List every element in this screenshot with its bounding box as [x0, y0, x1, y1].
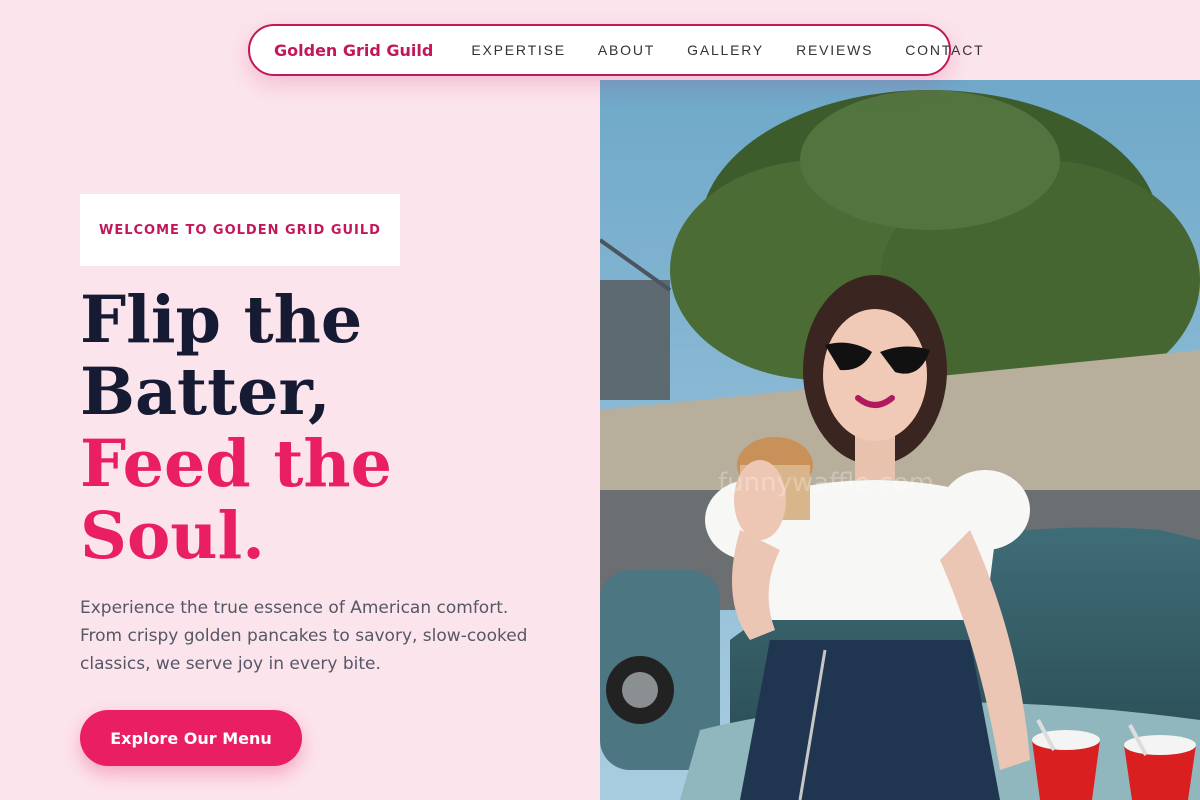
headline-line-4: Soul. [80, 498, 265, 574]
nav-link-about[interactable]: ABOUT [598, 42, 655, 58]
photo-watermark: funnywaffle.com [718, 468, 935, 498]
nav-link-contact[interactable]: CONTACT [905, 42, 984, 58]
nav-link-reviews[interactable]: REVIEWS [796, 42, 873, 58]
headline-line-2: Batter, [80, 354, 331, 430]
hero-photo: funnywaffle.com [600, 80, 1200, 800]
nav-link-expertise[interactable]: EXPERTISE [471, 42, 566, 58]
hero-photo-illustration [600, 80, 1200, 800]
headline-line-3: Feed the [80, 426, 393, 502]
hero-headline: Flip the Batter, Feed the Soul. [80, 284, 392, 572]
hero-description: Experience the true essence of American … [80, 598, 528, 674]
top-navigation: Golden Grid Guild EXPERTISE ABOUT GALLER… [248, 24, 983, 76]
headline-line-1: Flip the [80, 282, 363, 358]
brand-logo-link[interactable]: Golden Grid Guild [274, 41, 433, 60]
welcome-badge: WELCOME TO GOLDEN GRID GUILD [80, 194, 400, 266]
nav-link-gallery[interactable]: GALLERY [687, 42, 764, 58]
nav-links: EXPERTISE ABOUT GALLERY REVIEWS CONTACT [471, 42, 984, 58]
explore-menu-button[interactable]: Explore Our Menu [80, 710, 302, 766]
